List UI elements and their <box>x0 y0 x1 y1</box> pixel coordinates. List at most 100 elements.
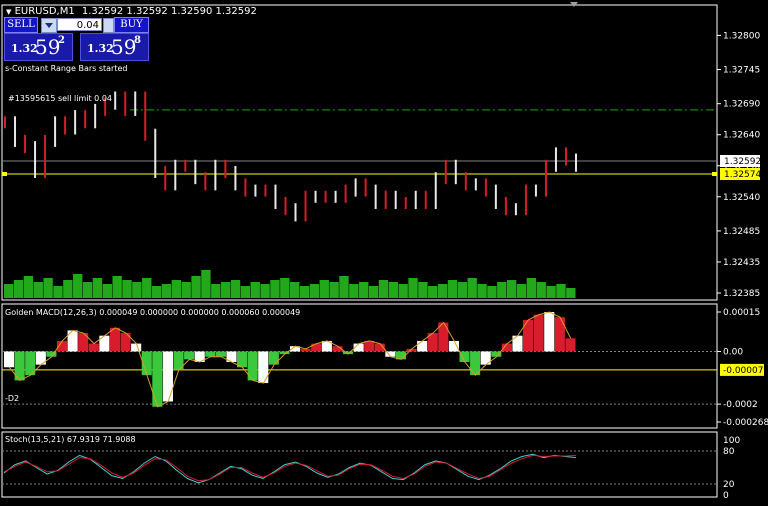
price-tick-label: 1.32640 <box>723 131 760 141</box>
sell-button[interactable]: SELL <box>4 17 38 33</box>
volume-bar <box>408 278 418 298</box>
volume-bar <box>388 282 398 298</box>
volume-bar <box>467 278 477 298</box>
lot-size-input[interactable]: 0.04 <box>57 18 102 31</box>
volume-bar <box>250 282 260 298</box>
volume-bar <box>506 280 517 298</box>
macd-bar <box>523 319 534 352</box>
volume-bar <box>546 286 556 298</box>
volume-bar <box>457 282 468 298</box>
volume-bar <box>270 280 280 298</box>
volume-bar <box>73 274 83 298</box>
volume-bar <box>33 282 43 298</box>
volume-bar <box>53 286 63 298</box>
macd-bar <box>448 340 459 352</box>
macd-bar <box>311 343 322 352</box>
volume-bar <box>349 284 359 298</box>
macd-pane[interactable]: Golden MACD(12,26,3) 0.000049 0.000000 0… <box>2 308 717 408</box>
stoch-pane[interactable]: Stoch(13,5,21) 67.9319 71.9088 <box>2 435 717 485</box>
volume-bar <box>309 284 320 298</box>
lot-up-icon[interactable] <box>103 18 114 33</box>
chart-collapse-icon[interactable]: ▼ <box>6 8 11 16</box>
volume-bar <box>497 282 507 298</box>
volume-bar <box>23 276 34 298</box>
volume-bar <box>477 284 487 298</box>
ask-price-box[interactable]: 1.32 59 8 <box>80 33 149 61</box>
lot-down-icon[interactable] <box>41 18 57 33</box>
volume-bar <box>161 284 172 298</box>
macd-bar <box>544 312 555 352</box>
macd-bar <box>364 340 375 352</box>
volume-bar <box>536 282 546 298</box>
macd-tick-label: 0.00015 <box>723 308 760 318</box>
macd-bar <box>131 343 142 352</box>
macd-bar <box>109 327 121 352</box>
order-note: #13595615 sell limit 0.04 <box>8 94 112 103</box>
macd-bar <box>162 351 173 402</box>
macd-bar <box>533 314 544 352</box>
macd-bar <box>268 351 279 365</box>
stoch-title: Stoch(13,5,21) 67.9319 71.9088 <box>5 435 136 444</box>
price-tick-label: 1.32745 <box>723 66 760 76</box>
bid-sup: 2 <box>58 35 65 46</box>
volume-bar <box>359 282 369 298</box>
macd-bar <box>215 351 226 357</box>
volume-bar <box>398 284 408 298</box>
volume-bar <box>13 280 24 298</box>
price-tick-label: 1.32690 <box>723 100 760 110</box>
macd-title: Golden MACD(12,26,3) 0.000049 0.000000 0… <box>5 308 300 317</box>
volume-bar <box>566 288 576 298</box>
volume-bar <box>329 282 339 298</box>
volume-bar <box>418 282 428 298</box>
chart-frames <box>1 2 718 498</box>
price-tick-label: 1.32385 <box>723 289 760 299</box>
price-pane[interactable] <box>2 91 717 298</box>
volume-bar <box>447 280 458 298</box>
volume-bar <box>516 284 527 298</box>
macd-tick-label: -0.000268 <box>723 418 768 428</box>
bid-price-box[interactable]: 1.32 59 2 <box>4 33 73 61</box>
stoch-tick-label: 100 <box>723 436 740 446</box>
volume-bar <box>319 280 329 298</box>
volume-bar <box>201 270 211 298</box>
bid-big: 59 <box>35 35 61 59</box>
volume-bar <box>437 284 448 298</box>
macd-frame <box>1 303 718 429</box>
stoch-tick-label: 80 <box>723 447 735 457</box>
price-tick-label: 1.32800 <box>723 31 760 41</box>
volume-bar <box>82 282 93 298</box>
volume-bar <box>299 286 310 298</box>
volume-bar <box>4 284 14 298</box>
price-axis: 1.328001.327451.326901.326401.325901.325… <box>717 31 768 501</box>
one-click-trading-panel: SELL 0.04 BUY 1.32 59 2 1.32 59 8 <box>4 17 149 61</box>
volume-bar <box>92 278 103 298</box>
volume-bar <box>102 284 112 298</box>
line-handle-right <box>712 172 717 176</box>
volume-bar <box>181 282 191 298</box>
chart-canvas[interactable]: Golden MACD(12,26,3) 0.000049 0.000000 0… <box>0 0 768 502</box>
volume-bar <box>211 284 221 298</box>
volume-bar <box>428 286 438 298</box>
macd-tick-label: 0.00 <box>723 347 743 357</box>
price-tick-label: 1.32485 <box>723 227 760 237</box>
chart-window[interactable]: Golden MACD(12,26,3) 0.000049 0.000000 0… <box>0 0 768 502</box>
stoch-tick-label: 0 <box>723 491 729 501</box>
chart-header: ▼ EURUSD,M1 1.32592 1.32592 1.32590 1.32… <box>6 6 257 17</box>
buy-button[interactable]: BUY <box>114 17 149 33</box>
volume-bar <box>191 276 201 298</box>
ohlc-readout: 1.32592 1.32592 1.32590 1.32592 <box>81 6 257 17</box>
macd-bar <box>88 343 99 352</box>
volume-bar <box>142 278 152 298</box>
volume-bar <box>230 280 241 298</box>
volume-bar <box>368 286 379 298</box>
line-handle-left <box>2 172 7 176</box>
volume-bar <box>378 280 389 298</box>
started-note: s-Constant Range Bars started <box>5 64 128 73</box>
volume-bar <box>260 284 270 298</box>
volume-bar <box>556 284 566 298</box>
ask-big: 59 <box>111 35 137 59</box>
bid-prefix: 1.32 <box>11 42 38 55</box>
macd-bar <box>565 338 576 352</box>
symbol-label: EURUSD,M1 <box>14 6 75 17</box>
current-price-label: 1.32592 <box>724 157 761 167</box>
